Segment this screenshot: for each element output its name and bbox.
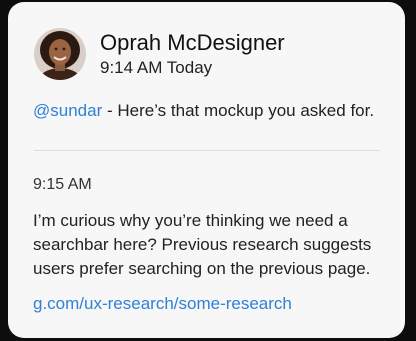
reply-line: I’m curious why you’re thinking we need …	[33, 211, 348, 230]
reply-message: I’m curious why you’re thinking we need …	[33, 209, 393, 281]
reply-line: searchbar here? Previous research sugges…	[33, 235, 372, 254]
divider	[34, 150, 380, 151]
post-message-text: - Here’s that mockup you asked for.	[102, 101, 375, 120]
author-meta: Oprah McDesigner 9:14 AM Today	[100, 30, 285, 79]
message-card: Oprah McDesigner 9:14 AM Today @sundar -…	[8, 2, 405, 338]
reply-line: users prefer searching on the previous p…	[33, 259, 371, 278]
user-mention[interactable]: @sundar	[33, 101, 102, 120]
author-name[interactable]: Oprah McDesigner	[100, 30, 285, 56]
reply-timestamp: 9:15 AM	[33, 176, 92, 193]
research-link[interactable]: g.com/ux-research/some-research	[33, 293, 292, 315]
post-timestamp: 9:14 AM Today	[100, 57, 213, 77]
message-header: Oprah McDesigner 9:14 AM Today	[34, 28, 285, 80]
avatar[interactable]	[34, 28, 86, 80]
post-message: @sundar - Here’s that mockup you asked f…	[33, 100, 374, 122]
avatar-image	[34, 28, 86, 80]
